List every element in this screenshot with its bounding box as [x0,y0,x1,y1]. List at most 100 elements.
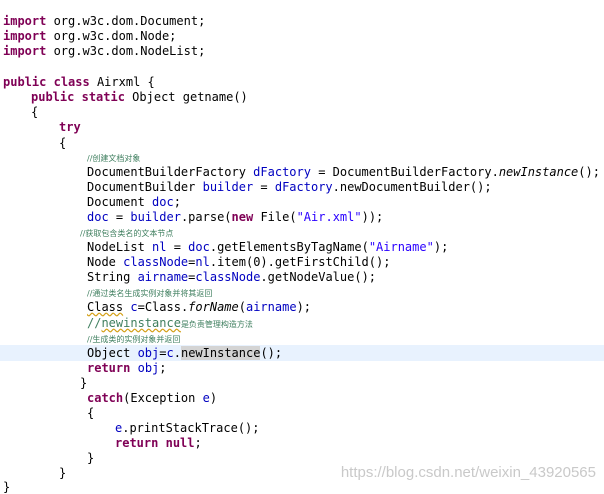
code-comment: //通过类名生成实例对象并将其返回 [87,289,213,298]
static-call: newInstance [498,165,579,179]
variable: dFactory [253,165,311,179]
variable: doc [188,240,210,254]
keyword: import [3,44,47,58]
code-text: .getElementsByTagName( [209,240,369,254]
comment-text: 是负责管理构造方法 [180,320,253,329]
code-line-try-close: } [80,376,88,390]
keyword: public [3,75,47,89]
import-path: org.w3c.dom.Node; [46,29,177,43]
code-text: ); [296,300,312,314]
code-line-class-close: } [3,480,11,494]
code-text: = [166,240,189,254]
variable: classNode [123,255,189,269]
keyword: return [115,436,159,450]
code-line-method-close: } [59,466,67,480]
code-editor[interactable]: import org.w3c.dom.Document; import org.… [0,0,604,493]
type-name: DocumentBuilder [87,180,203,194]
code-text: . [173,346,181,360]
type-name: DocumentBuilderFactory [87,165,254,179]
import-path: org.w3c.dom.Document; [46,14,206,28]
code-comment: //获取包含类名的文本节点 [80,229,174,238]
code-text: .parse( [180,210,232,224]
type-name: Object [87,346,138,360]
variable: airname [137,270,189,284]
import-path: org.w3c.dom.NodeList; [46,44,206,58]
keyword: null [165,436,195,450]
code-text: ; [194,436,202,450]
keyword: import [3,29,47,43]
variable: builder [130,210,181,224]
code-text: ); [433,240,449,254]
code-line-catch-open: { [87,406,95,420]
keyword: try [59,120,81,134]
string-literal: "Air.xml" [296,210,362,224]
code-text: ; [173,195,181,209]
string-literal: "Airname" [368,240,434,254]
keyword: catch [87,391,124,405]
code-line-return-obj: return obj; [87,361,167,376]
code-comment: //newinstance是负责管理构造方法 [87,316,253,331]
variable: obj [137,346,160,360]
code-text: = DocumentBuilderFactory. [310,165,499,179]
method-signature: Object getname() [124,90,248,104]
keyword: import [3,14,47,28]
code-line-builder: DocumentBuilder builder = dFactory.newDo… [87,180,492,195]
code-text: )); [361,210,384,224]
code-line-try-open: { [59,136,67,150]
code-line-import-document: import org.w3c.dom.Document; [3,14,205,29]
code-text: (Exception [123,391,203,405]
keyword: return [87,361,131,375]
variable: nl [195,255,210,269]
code-line-return-null: return null; [115,436,202,451]
class-name: Airxml { [89,75,155,89]
code-line-catch-close: } [87,451,95,465]
variable: doc [152,195,174,209]
keyword: class [53,75,90,89]
variable: obj [137,361,160,375]
comment-word: newinstance [101,316,181,330]
variable: dFactory [274,180,333,194]
watermark: https://blog.csdn.net/weixin_43920565 [340,464,596,481]
keyword: public [31,90,75,104]
code-line-catch: catch(Exception e) [87,391,217,406]
variable: c [166,346,174,360]
code-line-doc-decl: Document doc; [87,195,181,210]
code-line-classnode: Node classNode=nl.item(0).getFirstChild(… [87,255,390,270]
code-text: .getNodeValue(); [260,270,377,284]
code-line-airname: String airname=classNode.getNodeValue(); [87,270,376,285]
code-text: ( [238,300,246,314]
code-line-factory: DocumentBuilderFactory dFactory = Docume… [87,165,600,180]
variable: e [202,391,210,405]
code-comment: //创建文档对象 [87,154,141,163]
code-text: =Class. [137,300,189,314]
code-line-nodelist: NodeList nl = doc.getElementsByTagName("… [87,240,448,255]
code-text: .newDocumentBuilder(); [332,180,492,194]
type-name: Node [87,255,124,269]
code-text: ) [209,391,218,405]
variable: classNode [195,270,261,284]
comment-prefix: // [87,316,102,330]
keyword: new [231,210,254,224]
code-line-method-decl: public static Object getname() [31,90,248,105]
code-text: ; [159,361,167,375]
code-text: File( [253,210,297,224]
type-name-warning: Class [87,300,124,314]
code-text: = [253,180,275,194]
variable: builder [202,180,254,194]
keyword: static [81,90,125,104]
code-text: (); [260,346,283,360]
code-line-import-node: import org.w3c.dom.Node; [3,29,176,44]
variable: nl [152,240,167,254]
code-text: .item(0).getFirstChild(); [209,255,391,269]
type-name: String [87,270,138,284]
code-comment: //生成类的实例对象并返回 [87,335,181,344]
code-text: .printStackTrace(); [122,421,260,435]
type-name: Document [87,195,153,209]
method-call-occurrence: newInstance [180,346,261,360]
code-line-printstacktrace: e.printStackTrace(); [115,421,260,436]
variable: doc [87,210,109,224]
variable: airname [245,300,297,314]
code-line-try: try [59,120,81,135]
